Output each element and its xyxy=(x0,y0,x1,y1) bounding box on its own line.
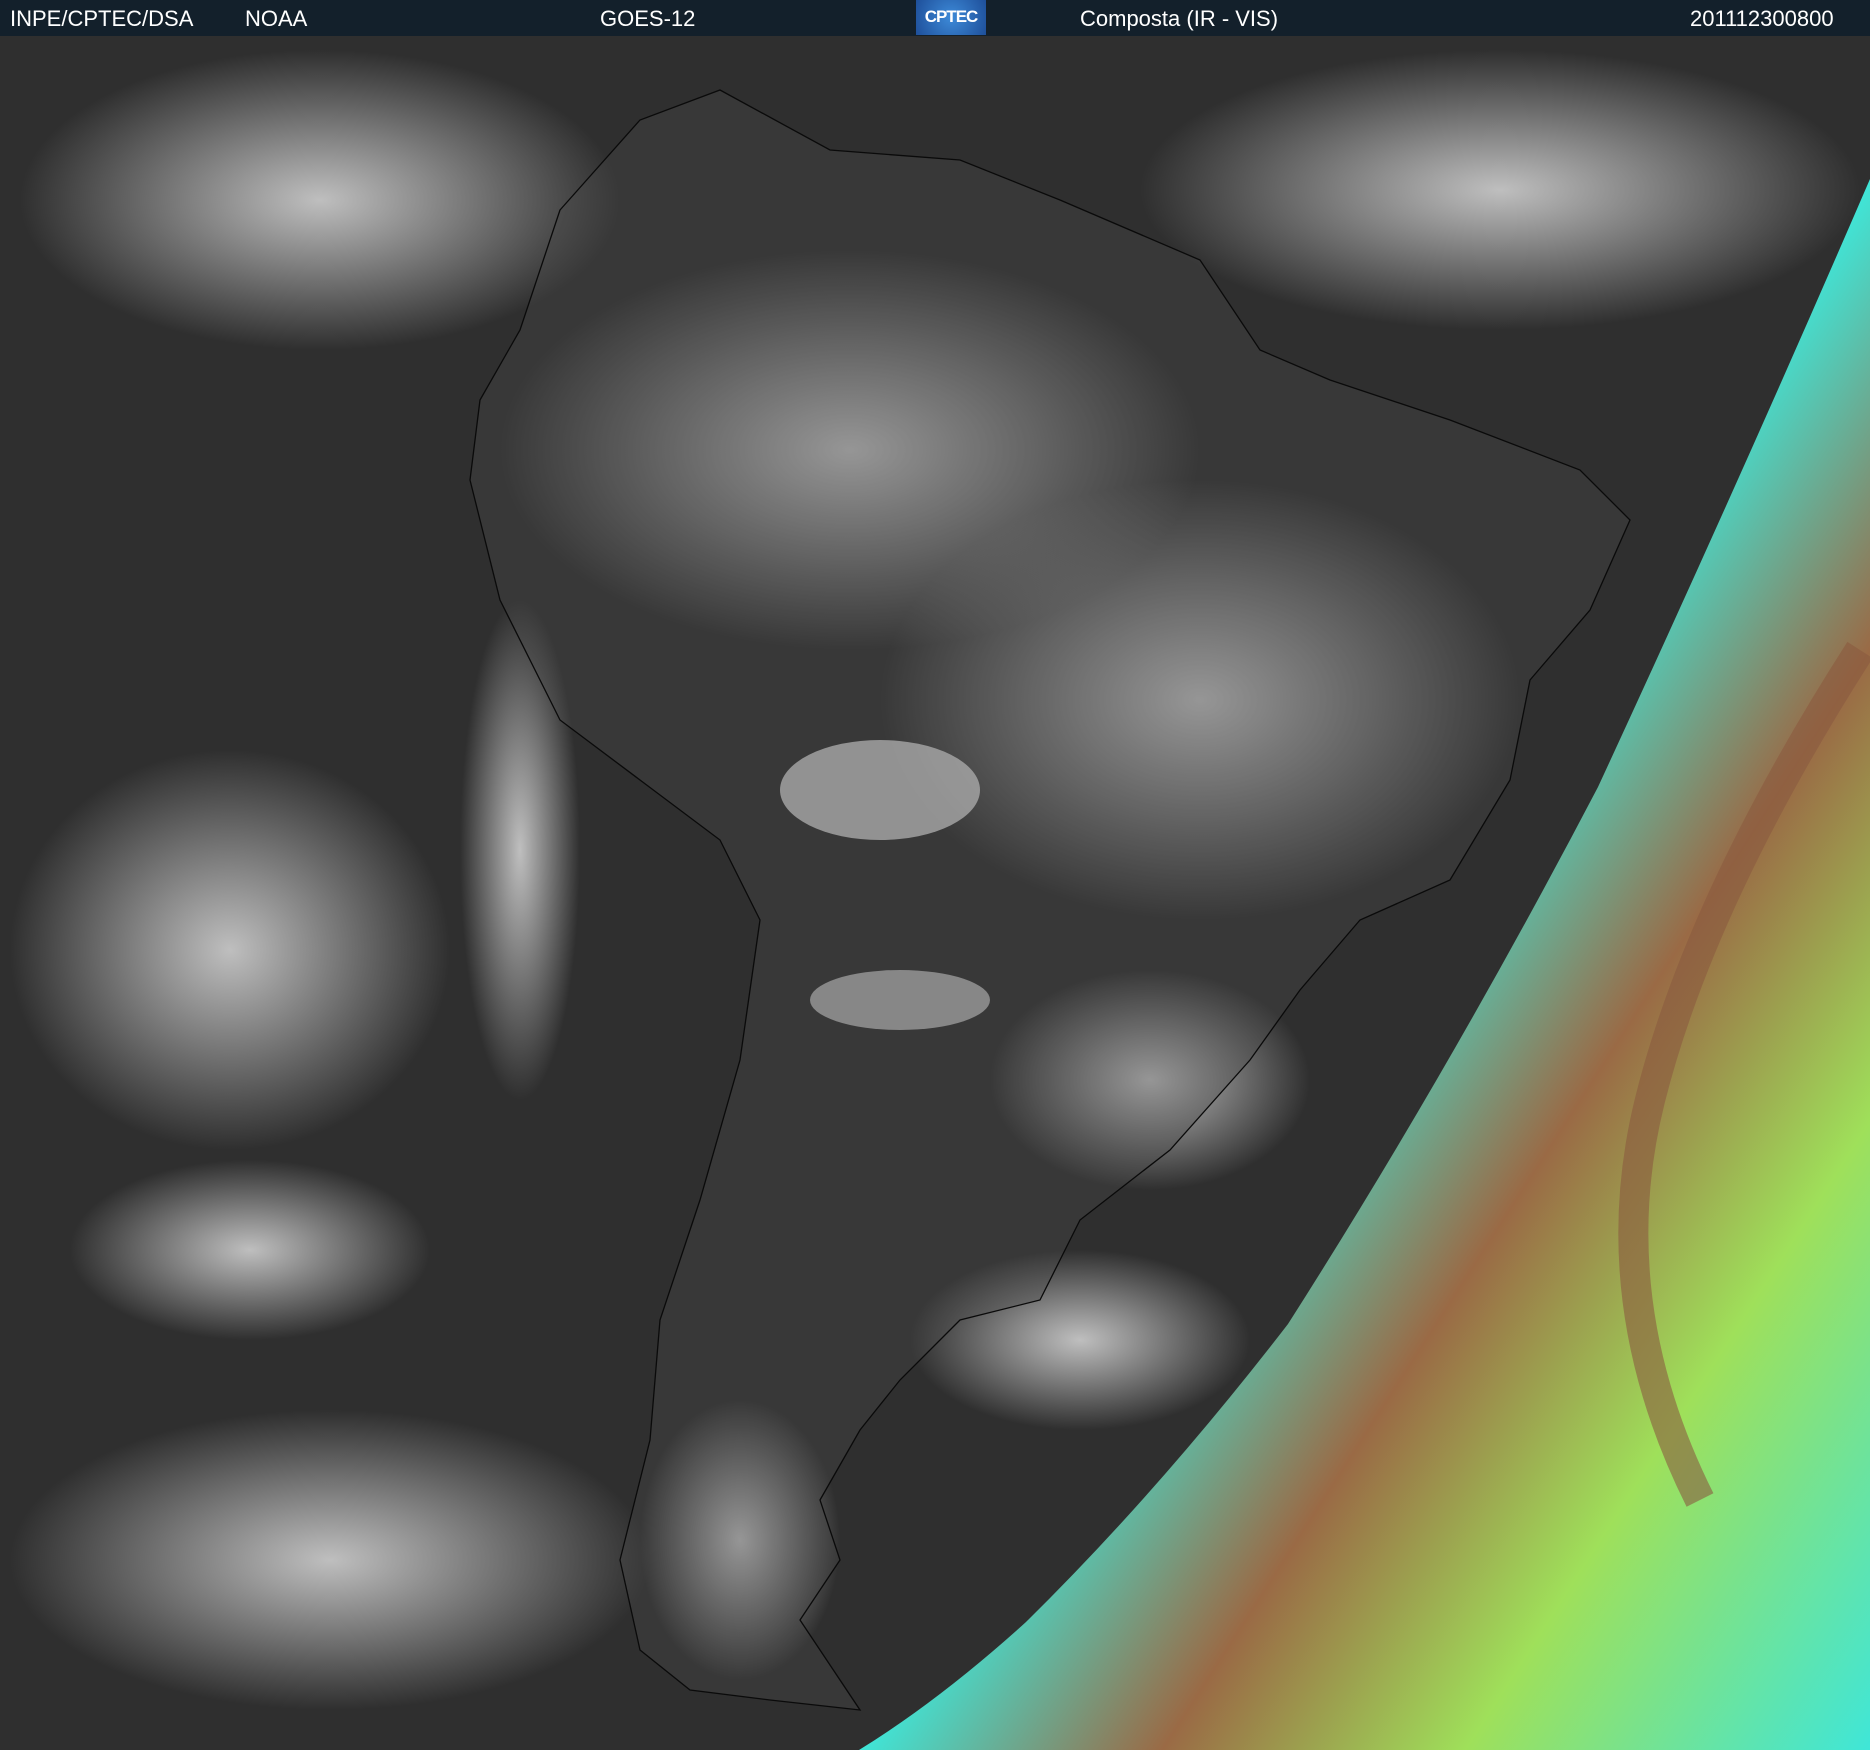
product-label: Composta (IR - VIS) xyxy=(1080,6,1279,31)
logo-text: CPTEC xyxy=(924,7,979,26)
agency-label: NOAA xyxy=(245,6,308,31)
satellite-image xyxy=(0,36,1870,1750)
header-bar: INPE/CPTEC/DSA NOAA GOES-12 CPTEC Compos… xyxy=(0,0,1870,36)
cptec-logo: CPTEC xyxy=(916,0,986,35)
satellite-label: GOES-12 xyxy=(600,6,696,31)
timestamp-label: 201112300800 xyxy=(1690,6,1834,31)
institution-label: INPE/CPTEC/DSA xyxy=(10,6,194,31)
